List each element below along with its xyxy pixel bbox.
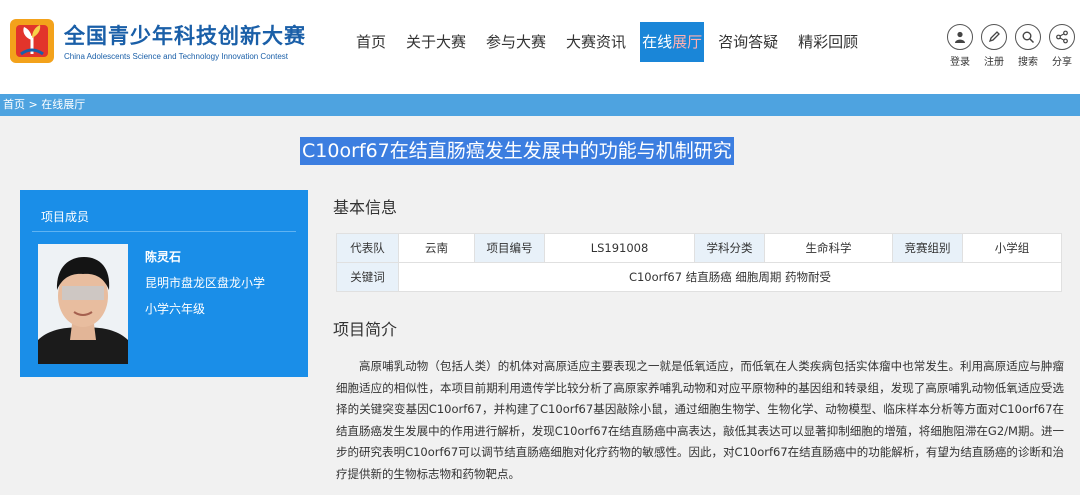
main-nav: 首页 关于大赛 参与大赛 大赛资讯 在线展厅 咨询答疑 精彩回顾 — [350, 22, 872, 62]
member-photo — [38, 244, 128, 364]
member-name: 陈灵石 — [145, 250, 182, 264]
intro-text: 高原哺乳动物（包括人类）的机体对高原适应主要表现之一就是低氧适应，而低氧在人类疾… — [336, 359, 1064, 481]
pencil-icon — [981, 24, 1007, 50]
project-id-value: LS191008 — [544, 233, 695, 263]
subject-value: 生命科学 — [764, 233, 893, 263]
team-value: 云南 — [398, 233, 475, 263]
nav-online-exhibition[interactable]: 在线展厅 — [640, 22, 705, 62]
project-detail: C10orf67在结直肠癌发生发展中的功能与机制研究 项目成员 陈灵石 昆明市盘… — [0, 116, 1080, 495]
nav-online-exhibition-label-a: 在线 — [642, 33, 673, 51]
nav-review[interactable]: 精彩回顾 — [792, 22, 864, 62]
intro-heading: 项目简介 — [333, 320, 398, 339]
group-label: 竞赛组别 — [892, 233, 963, 263]
page: 全国青少年科技创新大赛 China Adolescents Science an… — [0, 0, 1080, 495]
nav-online-exhibition-label-b: 展厅 — [672, 33, 703, 51]
table-row: 关键词 C10orf67 结直肠癌 细胞周期 药物耐受 — [336, 262, 1062, 292]
basic-info-heading: 基本信息 — [333, 198, 398, 217]
nav-faq[interactable]: 咨询答疑 — [712, 22, 784, 62]
share-button[interactable]: 分享 — [1045, 24, 1079, 68]
search-icon — [1015, 24, 1041, 50]
search-button[interactable]: 搜索 — [1011, 24, 1045, 68]
table-row: 代表队 云南 项目编号 LS191008 学科分类 生命科学 竞赛组别 小学组 — [336, 233, 1062, 263]
logo-title[interactable]: 全国青少年科技创新大赛 — [64, 20, 306, 50]
project-title: C10orf67在结直肠癌发生发展中的功能与机制研究 — [300, 137, 734, 165]
nav-join[interactable]: 参与大赛 — [480, 22, 552, 62]
register-label: 注册 — [984, 57, 1004, 68]
contest-logo-icon[interactable] — [7, 16, 57, 66]
member-school: 昆明市盘龙区盘龙小学 — [145, 276, 266, 290]
project-id-label: 项目编号 — [474, 233, 545, 263]
member-grade: 小学六年级 — [145, 302, 206, 316]
keywords-value: C10orf67 结直肠癌 细胞周期 药物耐受 — [398, 262, 1062, 292]
login-label: 登录 — [950, 57, 970, 68]
members-heading: 项目成员 — [41, 210, 90, 224]
team-label: 代表队 — [336, 233, 399, 263]
member-divider — [32, 231, 296, 232]
logo-subtitle: China Adolescents Science and Technology… — [64, 52, 289, 61]
nav-about[interactable]: 关于大赛 — [400, 22, 472, 62]
share-icon — [1049, 24, 1075, 50]
site-header: 全国青少年科技创新大赛 China Adolescents Science an… — [0, 0, 1080, 90]
member-card: 项目成员 陈灵石 昆明市盘龙区盘龙小学 小学六年级 — [20, 190, 308, 377]
search-label: 搜索 — [1018, 57, 1038, 68]
group-value: 小学组 — [962, 233, 1062, 263]
breadcrumb[interactable]: 首页 > 在线展厅 — [0, 94, 1080, 116]
login-button[interactable]: 登录 — [943, 24, 977, 68]
register-button[interactable]: 注册 — [977, 24, 1011, 68]
share-label: 分享 — [1052, 57, 1072, 68]
header-tools: 登录 注册 搜索 分享 — [943, 24, 1079, 68]
subject-label: 学科分类 — [694, 233, 765, 263]
nav-home[interactable]: 首页 — [350, 22, 392, 62]
nav-news[interactable]: 大赛资讯 — [560, 22, 632, 62]
keywords-label: 关键词 — [336, 262, 399, 292]
user-icon — [947, 24, 973, 50]
basic-info-table: 代表队 云南 项目编号 LS191008 学科分类 生命科学 竞赛组别 小学组 … — [336, 233, 1062, 292]
